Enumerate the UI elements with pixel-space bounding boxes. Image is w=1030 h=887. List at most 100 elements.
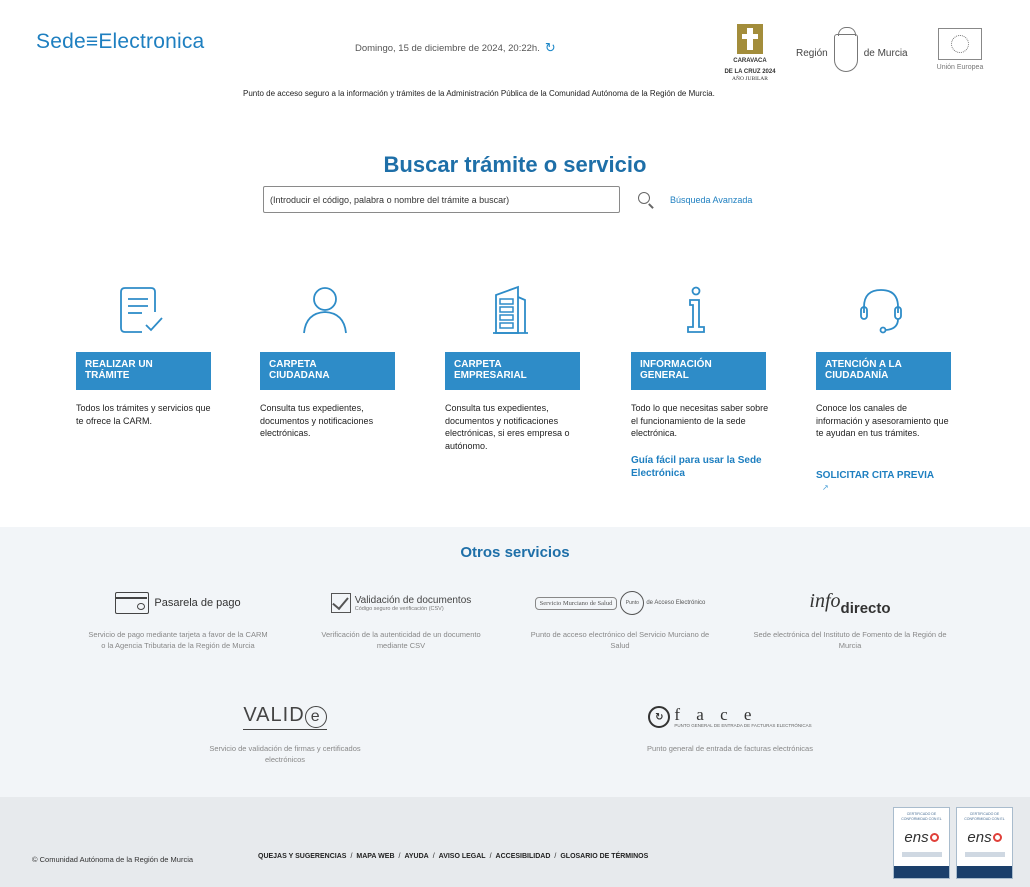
footer-link-accesibilidad[interactable]: ACCESIBILIDAD xyxy=(496,853,551,860)
building-icon[interactable] xyxy=(485,285,535,335)
cross-emblem-icon xyxy=(737,24,763,54)
card-title-line1: CARPETA xyxy=(269,359,317,370)
ens-logo: ens xyxy=(957,829,1012,846)
face-logo-text: f a c e xyxy=(674,705,758,724)
otros-servicios-section: Otros servicios Pasarela de pago Servici… xyxy=(0,527,1030,797)
copyright: © Comunidad Autónoma de la Región de Mur… xyxy=(32,855,194,864)
region-right-text: de Murcia xyxy=(863,47,908,59)
checkbox-icon xyxy=(330,593,351,613)
ens-certificate-badge[interactable]: CERTIFICADO DE CONFORMIDAD CON EL ens xyxy=(956,807,1013,879)
card-banner[interactable]: INFORMACIÓN GENERAL xyxy=(631,352,766,390)
card-description: Conoce los canales de información y ases… xyxy=(816,403,949,438)
caravaca-logo[interactable]: CARAVACA DE LA CRUZ 2024 AÑO JUBILAR xyxy=(718,24,782,82)
refresh-icon[interactable]: ↻ xyxy=(545,40,556,56)
card-banner[interactable]: ATENCIÓN A LA CIUDADANÍA xyxy=(816,352,951,390)
service-description: Verificación de la autenticidad de un do… xyxy=(321,630,481,650)
service-valide[interactable]: VALID e Servicio de validación de firmas … xyxy=(200,697,370,765)
card-title-line2: GENERAL xyxy=(640,370,689,381)
card-title-line2: TRÁMITE xyxy=(85,370,130,381)
footer-link-aviso-legal[interactable]: AVISO LEGAL xyxy=(439,853,486,860)
search-input[interactable] xyxy=(263,186,620,213)
sms-logo-text: de Acceso Electrónico xyxy=(646,600,706,606)
document-check-icon[interactable] xyxy=(116,285,166,335)
caravaca-line2: DE LA CRUZ 2024 xyxy=(724,69,776,75)
card-title-line2: CIUDADANA xyxy=(269,370,330,381)
user-icon[interactable] xyxy=(300,285,350,335)
card-title-line1: ATENCIÓN A LA xyxy=(825,359,902,370)
valide-logo-text: VALID xyxy=(243,704,305,726)
valide-e-icon: e xyxy=(304,706,327,728)
service-info-directo[interactable]: infodirecto Sede electrónica del Institu… xyxy=(750,583,950,651)
eu-flag-icon xyxy=(938,28,982,60)
region-murcia-logo[interactable]: Región de Murcia xyxy=(796,27,908,73)
sms-box-text: Servicio Murciano de Salud xyxy=(534,596,618,610)
header: Sede≡Electronica Domingo, 15 de diciembr… xyxy=(0,0,1030,110)
service-validacion-documentos[interactable]: Validación de documentos Código seguro de… xyxy=(316,583,486,651)
logo-part-electronica: Electronica xyxy=(98,30,205,53)
ens-logo: ens xyxy=(894,829,949,846)
site-logo[interactable]: Sede≡Electronica xyxy=(36,30,204,54)
face-circle-icon: ↻ xyxy=(648,706,671,728)
ens-logo-text: ens xyxy=(904,829,929,846)
search-title: Buscar trámite o servicio xyxy=(383,152,647,177)
ens-ring-icon xyxy=(929,833,939,842)
footer-link-glosario[interactable]: GLOSARIO DE TÉRMINOS xyxy=(560,853,648,860)
credit-card-icon xyxy=(115,592,150,614)
ens-top-text: CERTIFICADO DE CONFORMIDAD CON EL xyxy=(901,812,942,821)
ens-certificate-badge[interactable]: CERTIFICADO DE CONFORMIDAD CON EL ens xyxy=(893,807,950,879)
service-description: Servicio de validación de firmas y certi… xyxy=(209,744,361,764)
datetime-text: Domingo, 15 de diciembre de 2024, 20:22h… xyxy=(355,43,540,54)
card-description: Todos los trámites y servicios que te of… xyxy=(76,403,211,426)
search-icon[interactable] xyxy=(636,190,658,210)
card-description: Consulta tus expedientes, documentos y n… xyxy=(445,403,570,451)
card-title-line1: REALIZAR UN xyxy=(85,359,153,370)
card-banner[interactable]: CARPETA EMPRESARIAL xyxy=(445,352,580,390)
validacion-logo: Validación de documentos Código seguro de… xyxy=(316,583,486,623)
eu-logo[interactable]: Unión Europea xyxy=(929,28,991,71)
ens-logo-text: ens xyxy=(967,829,992,846)
card-description: Todo lo que necesitas saber sobre el fun… xyxy=(631,403,769,438)
card-banner[interactable]: REALIZAR UN TRÁMITE xyxy=(76,352,211,390)
sms-logo: Servicio Murciano de Salud Punto de Acceso… xyxy=(530,583,710,623)
pasarela-logo: Pasarela de pago xyxy=(88,583,268,623)
eu-label: Unión Europea xyxy=(936,64,984,71)
directo-logo-part: directo xyxy=(840,599,891,617)
service-description: Punto general de entrada de facturas ele… xyxy=(647,744,813,753)
card-title-line1: CARPETA xyxy=(454,359,502,370)
card-banner[interactable]: CARPETA CIUDADANA xyxy=(260,352,395,390)
validacion-logo-text: Validación de documentos xyxy=(354,594,472,606)
caravaca-line1: CARAVACA xyxy=(733,58,767,64)
infodirecto-logo: infodirecto xyxy=(750,583,950,623)
advanced-search-link[interactable]: Búsqueda Avanzada xyxy=(670,195,752,205)
valide-logo: VALID e xyxy=(200,697,370,737)
service-face[interactable]: ↻ f a c e PUNTO GENERAL DE ENTRADA DE FACT… xyxy=(640,697,820,754)
service-pasarela-pago[interactable]: Pasarela de pago Servicio de pago median… xyxy=(88,583,268,651)
card-title-line2: CIUDADANÍA xyxy=(825,370,889,381)
external-link-icon: ↗ xyxy=(822,483,829,492)
region-left-text: Región xyxy=(796,47,828,59)
ens-top-text: CERTIFICADO DE CONFORMIDAD CON EL xyxy=(964,812,1005,821)
service-description: Servicio de pago mediante tarjeta a favo… xyxy=(88,630,268,650)
face-logo-sub: PUNTO GENERAL DE ENTRADA DE FACTURAS ELE… xyxy=(674,723,812,728)
footer-link-mapa-web[interactable]: MAPA WEB xyxy=(356,853,394,860)
guia-facil-link[interactable]: Guía fácil para usar la Sede Electrónica xyxy=(631,454,771,480)
card-title-line2: EMPRESARIAL xyxy=(454,370,527,381)
headset-icon[interactable] xyxy=(856,285,906,335)
pasarela-logo-text: Pasarela de pago xyxy=(154,597,241,609)
solicitar-cita-link[interactable]: SOLICITAR CITA PREVIA xyxy=(816,469,956,482)
validacion-logo-sub: Código seguro de verificación (CSV) xyxy=(354,605,444,612)
footer: © Comunidad Autónoma de la Región de Mur… xyxy=(0,797,1030,887)
info-icon[interactable] xyxy=(671,285,721,335)
caravaca-line3: AÑO JUBILAR xyxy=(732,76,768,82)
footer-link-ayuda[interactable]: AYUDA xyxy=(404,853,428,860)
face-logo: ↻ f a c e PUNTO GENERAL DE ENTRADA DE FACT… xyxy=(640,697,820,737)
tagline: Punto de acceso seguro a la información … xyxy=(243,89,715,98)
ens-ring-icon xyxy=(992,833,1002,842)
logo-bar-icon: ≡ xyxy=(85,30,99,53)
info-logo-part: info xyxy=(809,589,841,612)
punto-circle-text: Punto xyxy=(620,591,645,615)
coat-of-arms-icon xyxy=(833,27,858,72)
logo-part-sede: Sede xyxy=(36,30,86,53)
footer-link-quejas[interactable]: QUEJAS Y SUGERENCIAS xyxy=(258,853,346,860)
service-sms-acceso[interactable]: Servicio Murciano de Salud Punto de Acceso… xyxy=(530,583,710,651)
